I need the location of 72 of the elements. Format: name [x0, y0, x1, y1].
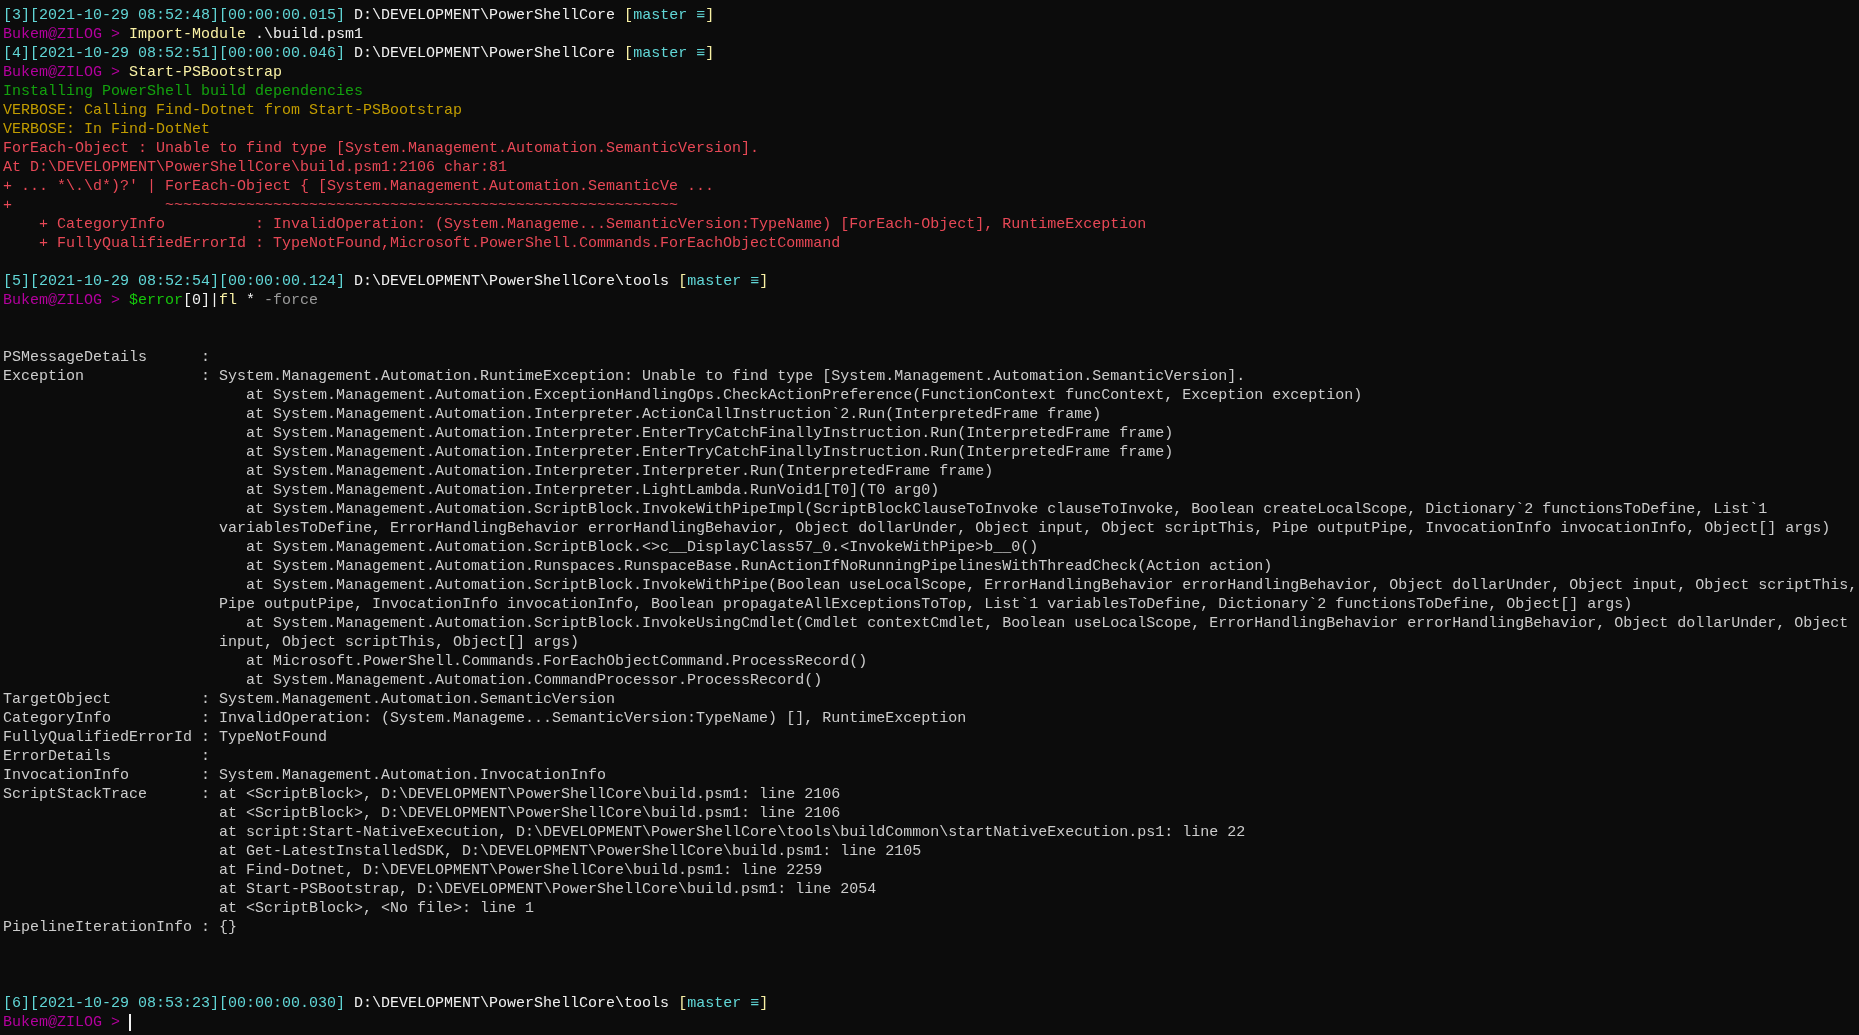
error-message: + CategoryInfo : InvalidOperation: (System.Manageme...SemanticVersion:TypeName) [ForEach-Object], RuntimeException — [38, 215, 1147, 234]
output-text: at System.Management.Automation.Interpreter.EnterTryCatchFinallyInstruction.Run(InterpretedFrame frame) — [245, 424, 1174, 443]
command-text: Import-Module — [129, 25, 247, 44]
bracket-text: ] — [705, 6, 715, 25]
output-text: at Get-LatestInstalledSDK, D:\DEVELOPMENT\PowerShellCore\build.psm1: line 2105 — [218, 842, 922, 861]
output-text: ScriptStackTrace : at <ScriptBlock>, D:\DEVELOPMENT\PowerShellCore\build.psm1: line 2106 — [3, 785, 841, 804]
error-message: ForEach-Object : Unable to find type [System.Management.Automation.SemanticVersion]. — [3, 139, 760, 158]
branch-name: master ≡ — [633, 6, 706, 25]
output-text: at Microsoft.PowerShell.Commands.ForEachObjectCommand.ProcessRecord() — [245, 652, 868, 671]
command-text: fl — [219, 291, 238, 310]
branch-name: master ≡ — [687, 994, 760, 1013]
bracket-text: ] — [759, 994, 769, 1013]
path-text: D:\DEVELOPMENT\PowerShellCore\tools — [353, 994, 671, 1013]
status-message: Installing PowerShell build dependencies — [3, 82, 364, 101]
path-text: D:\DEVELOPMENT\PowerShellCore — [353, 44, 617, 63]
bracket-text: [ — [624, 44, 634, 63]
path-text: D:\DEVELOPMENT\PowerShellCore\tools — [353, 272, 671, 291]
bracket-text: [ — [678, 994, 688, 1013]
error-message: At D:\DEVELOPMENT\PowerShellCore\build.psm1:2106 char:81 — [3, 158, 508, 177]
error-message: + FullyQualifiedErrorId : TypeNotFound,Microsoft.PowerShell.Commands.ForEachObjectCommand — [38, 234, 841, 253]
output-text: at System.Management.Automation.Interpreter.EnterTryCatchFinallyInstruction.Run(InterpretedFrame frame) — [245, 443, 1174, 462]
variable-text: $error — [129, 291, 184, 310]
output-text: at System.Management.Automation.ScriptBlock.InvokeUsingCmdlet(Cmdlet contextCmdlet, Boolean useLocalScope, ErrorHandlingBehavior errorHandlingBehavior, Object dollarUnder, Object — [245, 614, 1849, 633]
parameter-text: -force — [264, 291, 319, 310]
verbose-message: VERBOSE: In Find-DotNet — [3, 120, 211, 139]
output-text: at System.Management.Automation.Interpreter.ActionCallInstruction`2.Run(InterpretedFrame frame) — [245, 405, 1102, 424]
bracket-text: ] — [705, 44, 715, 63]
output-text: at <ScriptBlock>, <No file>: line 1 — [218, 899, 535, 918]
output-text: FullyQualifiedErrorId : TypeNotFound — [3, 728, 328, 747]
command-text: Start-PSBootstrap — [129, 63, 283, 82]
output-text: at System.Management.Automation.ScriptBlock.<>c__DisplayClass57_0.<InvokeWithPipe>b__0() — [245, 538, 1039, 557]
output-text: TargetObject : System.Management.Automation.SemanticVersion — [3, 690, 616, 709]
output-text: at script:Start-NativeExecution, D:\DEVELOPMENT\PowerShellCore\tools\buildCommon\startNativeExecution.ps1: line 22 — [218, 823, 1246, 842]
bracket-text: ] — [759, 272, 769, 291]
history-prefix: [6][2021-10-29 08:53:23][00:00:00.030] — [3, 994, 346, 1013]
branch-name: master ≡ — [633, 44, 706, 63]
output-text: at <ScriptBlock>, D:\DEVELOPMENT\PowerShellCore\build.psm1: line 2106 — [218, 804, 841, 823]
history-prefix: [4][2021-10-29 08:52:51][00:00:00.046] — [3, 44, 346, 63]
error-message: + ... *\.\d*)?' | ForEach-Object { [System.Management.Automation.SemanticVe ... — [3, 177, 715, 196]
output-text: variablesToDefine, ErrorHandlingBehavior errorHandlingBehavior, Object dollarUnder, Object input, Object scriptThis, Pipe outputPipe, InvocationInfo invocationInfo, Object[] args) — [218, 519, 1831, 538]
path-text: D:\DEVELOPMENT\PowerShellCore — [353, 6, 617, 25]
output-text: at System.Management.Automation.ScriptBlock.InvokeWithPipe(Boolean useLocalScope, ErrorHandlingBehavior errorHandlingBehavior, Object dollarUnder, Object input, Object scriptThis, — [245, 576, 1858, 595]
branch-name: master ≡ — [687, 272, 760, 291]
output-text: at System.Management.Automation.ScriptBlock.InvokeWithPipeImpl(ScriptBlockClauseToInvoke clauseToInvoke, Boolean createLocalScope, Dictionary`2 functionsToDefine, List`1 — [245, 500, 1768, 519]
output-text: at System.Management.Automation.Interpreter.LightLambda.RunVoid1[T0](T0 arg0) — [245, 481, 940, 500]
bracket-text: [ — [678, 272, 688, 291]
output-text: at Find-Dotnet, D:\DEVELOPMENT\PowerShellCore\build.psm1: line 2259 — [218, 861, 823, 880]
output-text: PipelineIterationInfo : {} — [3, 918, 238, 937]
output-text: at System.Management.Automation.Runspaces.RunspaceBase.RunActionIfNoRunningPipelinesWithThreadCheck(Action action) — [245, 557, 1273, 576]
argument-text: .\build.psm1 — [254, 25, 364, 44]
argument-text: * — [245, 291, 257, 310]
argument-text: [0]| — [183, 291, 220, 310]
prompt-user: Bukem@ZILOG > — [3, 25, 122, 44]
output-text: at System.Management.Automation.Interpreter.Interpreter.Run(InterpretedFrame frame) — [245, 462, 994, 481]
bracket-text: [ — [624, 6, 634, 25]
output-text: InvocationInfo : System.Management.Automation.InvocationInfo — [3, 766, 607, 785]
error-message: + ~~~~~~~~~~~~~~~~~~~~~~~~~~~~~~~~~~~~~~~~~~~~~~~~~~~~~~~~~ — [3, 196, 679, 215]
history-prefix: [5][2021-10-29 08:52:54][00:00:00.124] — [3, 272, 346, 291]
output-text: CategoryInfo : InvalidOperation: (System.Manageme...SemanticVersion:TypeName) [], RuntimeException — [3, 709, 967, 728]
verbose-message: VERBOSE: Calling Find-Dotnet from Start-PSBootstrap — [3, 101, 463, 120]
output-text: at Start-PSBootstrap, D:\DEVELOPMENT\PowerShellCore\build.psm1: line 2054 — [218, 880, 877, 899]
output-text: at System.Management.Automation.CommandProcessor.ProcessRecord() — [245, 671, 823, 690]
output-text: at System.Management.Automation.ExceptionHandlingOps.CheckActionPreference(FunctionContext funcContext, Exception exception) — [245, 386, 1363, 405]
output-text: input, Object scriptThis, Object[] args) — [218, 633, 580, 652]
output-text: PSMessageDetails : — [3, 348, 211, 367]
output-text: Pipe outputPipe, InvocationInfo invocationInfo, Boolean propagateAllExceptionsToTop, List`1 variablesToDefine, Dictionary`2 functionsToDefine, Object[] args) — [218, 595, 1633, 614]
history-prefix: [3][2021-10-29 08:52:48][00:00:00.015] — [3, 6, 346, 25]
prompt-user: Bukem@ZILOG > — [3, 1013, 122, 1032]
output-text: ErrorDetails : — [3, 747, 211, 766]
prompt-user: Bukem@ZILOG > — [3, 63, 122, 82]
prompt-user: Bukem@ZILOG > — [3, 291, 122, 310]
output-text: Exception : System.Management.Automation.RuntimeException: Unable to find type [System.Management.Automation.SemanticVersion]. — [3, 367, 1246, 386]
